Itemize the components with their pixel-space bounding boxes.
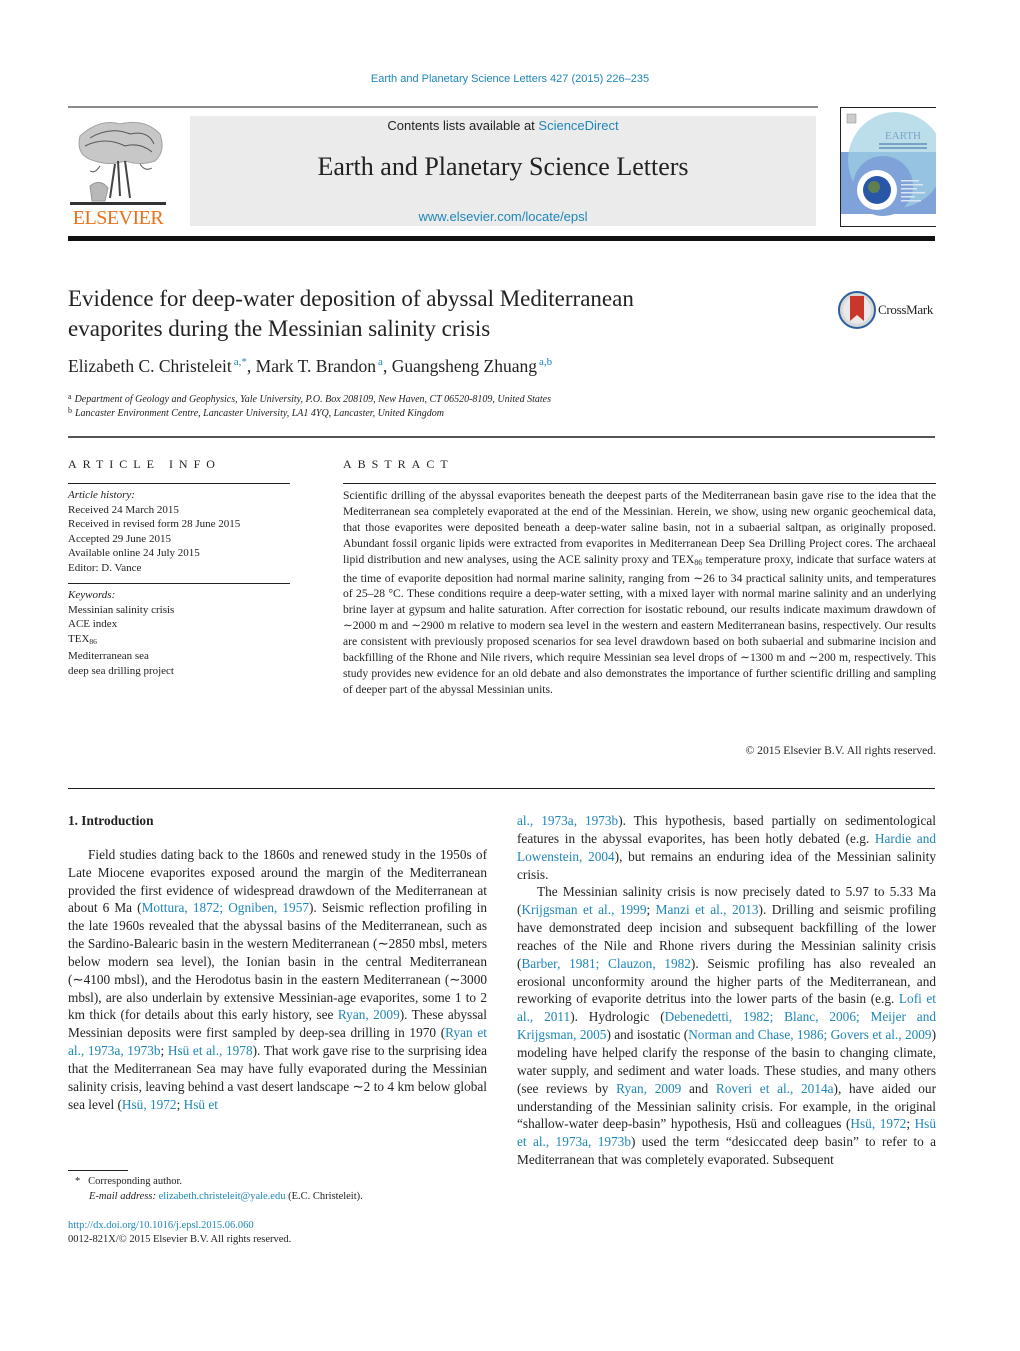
citation-link[interactable]: Norman and Chase, 1986; Govers et al., 2… [688, 1027, 931, 1042]
author-separator: , [382, 356, 392, 376]
crossmark-icon [838, 291, 876, 329]
article-history-label: Article history: [68, 489, 135, 501]
keyword: ACE index [68, 618, 118, 630]
elsevier-tree-icon [70, 116, 166, 208]
body-text: ; [906, 1116, 915, 1132]
keywords: Keywords: Messinian salinity crisis ACE … [68, 588, 290, 678]
author-separator: , [246, 356, 256, 376]
article-title-line-1: Evidence for deep-water deposition of ab… [68, 286, 634, 311]
citation-link[interactable]: al., 1973a, 1973b [517, 813, 618, 828]
history-item: Available online 24 July 2015 [68, 547, 200, 559]
citation-link[interactable]: Ryan, 2009 [616, 1081, 681, 1096]
citation-link[interactable]: Roveri et al., 2014a [716, 1081, 834, 1096]
author-affiliation-marker[interactable]: a,b [539, 356, 552, 368]
body-paragraph: al., 1973a, 1973b). This hypothesis, bas… [517, 812, 936, 883]
body-text: ). Hydrologic ( [570, 1009, 665, 1025]
keyword: Messinian salinity crisis [68, 603, 175, 616]
abstract-rule [343, 483, 936, 484]
article-history: Article history: Received 24 March 2015 … [68, 488, 290, 575]
citation-link[interactable]: Manzi et al., 2013 [656, 902, 759, 917]
body-right-column: al., 1973a, 1973b). This hypothesis, bas… [517, 812, 936, 1169]
footnote-marker: * [75, 1176, 81, 1187]
history-item: Editor: D. Vance [68, 561, 142, 574]
author[interactable]: Guangsheng Zhuang [392, 356, 537, 376]
section-heading: 1. Introduction [68, 813, 154, 828]
history-item: Received in revised form 28 June 2015 [68, 518, 241, 530]
article-info-rule [68, 483, 290, 484]
author[interactable]: Elizabeth C. Christeleit [68, 356, 232, 376]
history-item: Accepted 29 June 2015 [68, 532, 171, 545]
citation-link[interactable]: Hsü, 1972 [122, 1097, 177, 1112]
citation-link[interactable]: Mottura, 1872; Ogniben, 1957 [142, 900, 309, 915]
body-text: ; [646, 902, 656, 918]
elsevier-logo[interactable]: ELSEVIER [68, 116, 168, 229]
footnote-rule [68, 1170, 128, 1171]
journal-url-link[interactable]: www.elsevier.com/locate/epsl [190, 209, 816, 224]
crossmark-badge[interactable]: CrossMark [838, 291, 948, 331]
citation-link[interactable]: Hsü, 1972 [850, 1116, 906, 1131]
keywords-rule [68, 583, 290, 584]
affiliation: b Lancaster Environment Centre, Lancaster… [68, 406, 444, 419]
email-label: E-mail address: [89, 1191, 156, 1202]
affiliation: a Department of Geology and Geophysics, Y… [68, 392, 551, 405]
abstract-heading: ABSTRACT [343, 457, 454, 471]
body-rule [68, 788, 935, 789]
header-rule [68, 236, 935, 241]
abstract-text: Scientific drilling of the abyssal evapo… [343, 489, 936, 696]
keyword: deep sea drilling project [68, 664, 174, 677]
crossmark-label: CrossMark [878, 302, 934, 317]
email-note: E-mail address: elizabeth.christeleit@ya… [89, 1191, 363, 1202]
affiliation-key: b [68, 406, 72, 415]
email-suffix: (E.C. Christeleit). [285, 1191, 363, 1202]
journal-banner: Contents lists available at ScienceDirec… [190, 116, 816, 226]
author-affiliation-marker[interactable]: a,* [234, 356, 247, 368]
sciencedirect-link[interactable]: ScienceDirect [538, 118, 618, 133]
journal-citation[interactable]: Earth and Planetary Science Letters 427 … [0, 73, 1020, 85]
article-title: Evidence for deep-water deposition of ab… [68, 284, 788, 344]
affiliation-rule [68, 436, 935, 438]
body-text: ; [176, 1096, 184, 1112]
body-paragraph: The Messinian salinity crisis is now pre… [517, 883, 936, 1169]
issn-rights: 0012-821X/© 2015 Elsevier B.V. All right… [68, 1234, 292, 1245]
affiliation-key: a [68, 392, 72, 401]
elsevier-wordmark: ELSEVIER [72, 207, 164, 229]
journal-cover-thumbnail[interactable]: EARTH [840, 107, 936, 227]
body-left-column: 1. Introduction Field studies dating bac… [68, 812, 487, 1114]
affiliation-text: Lancaster Environment Centre, Lancaster … [75, 408, 444, 419]
author-list: Elizabeth C. Christeleit a,*, Mark T. Bra… [68, 356, 552, 377]
top-rule [68, 106, 818, 108]
citation-link[interactable]: Ryan, 2009 [338, 1007, 400, 1022]
contents-prefix: Contents lists available at [387, 118, 539, 133]
author[interactable]: Mark T. Brandon [256, 356, 376, 376]
body-text: ) and isostatic ( [606, 1027, 689, 1043]
keyword: TEX86 [68, 632, 97, 646]
body-text: and [681, 1080, 716, 1096]
journal-title: Earth and Planetary Science Letters [317, 152, 689, 181]
doi-link[interactable]: http://dx.doi.org/10.1016/j.epsl.2015.06… [68, 1220, 254, 1231]
affiliation-text: Department of Geology and Geophysics, Ya… [74, 394, 551, 405]
citation-link[interactable]: Hsü et al., 1978 [168, 1043, 253, 1058]
body-text: ). Seismic reflection profiling in the l… [68, 900, 487, 1023]
article-title-line-2: evaporites during the Messinian salinity… [68, 316, 491, 341]
body-paragraph: Field studies dating back to the 1860s a… [68, 846, 487, 1114]
email-link[interactable]: elizabeth.christeleit@yale.edu [159, 1191, 286, 1202]
citation-link[interactable]: Barber, 1981; Clauzon, 1982 [521, 956, 690, 971]
contents-line: Contents lists available at ScienceDirec… [190, 118, 816, 133]
citation-link[interactable]: Krijgsman et al., 1999 [521, 902, 646, 917]
corresponding-author-note: * Corresponding author. [75, 1176, 182, 1187]
keywords-label: Keywords: [68, 589, 116, 601]
history-item: Received 24 March 2015 [68, 503, 179, 516]
keyword: Mediterranean sea [68, 650, 149, 662]
corresponding-author-text: Corresponding author. [88, 1176, 183, 1187]
article-info-heading: ARTICLE INFO [68, 457, 221, 471]
body-text: ; [160, 1043, 168, 1059]
journal-cover-image: EARTH [841, 108, 936, 226]
citation-link[interactable]: Hsü et [184, 1097, 218, 1112]
abstract-copyright: © 2015 Elsevier B.V. All rights reserved… [745, 744, 936, 757]
